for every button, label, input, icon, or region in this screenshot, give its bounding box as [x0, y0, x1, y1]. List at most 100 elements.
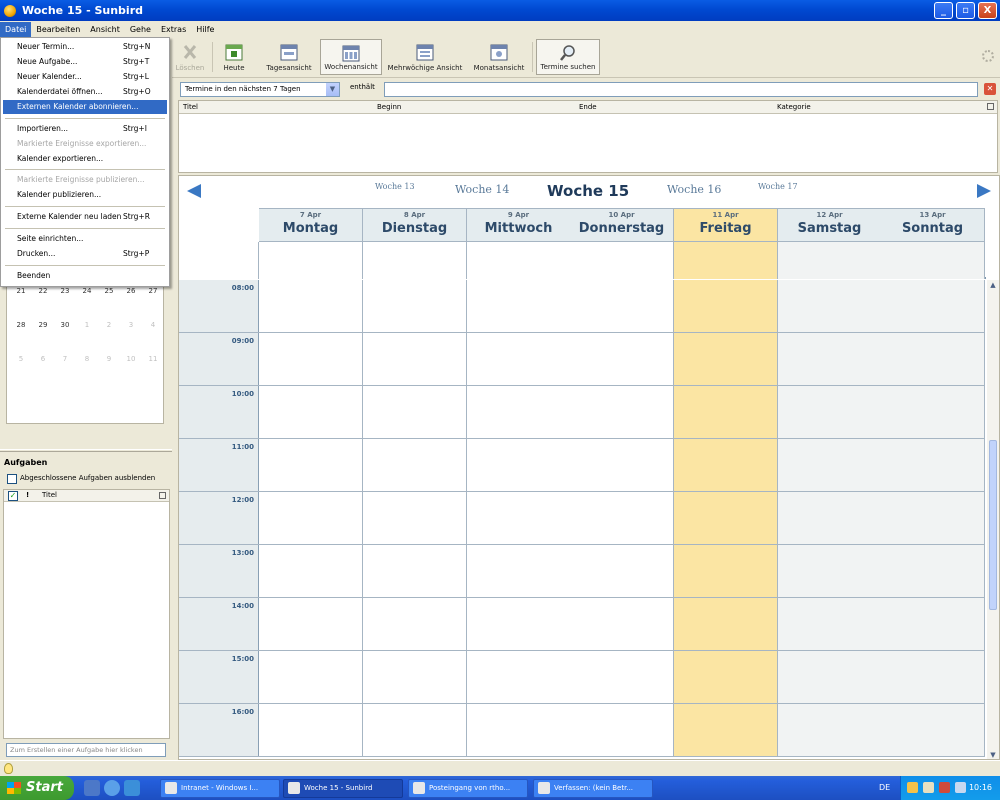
- time-slot[interactable]: [467, 280, 571, 333]
- sidebar-splitter[interactable]: [0, 449, 172, 452]
- time-slot[interactable]: [778, 386, 882, 439]
- delete-button[interactable]: Löschen: [172, 39, 208, 75]
- time-slot[interactable]: [467, 386, 571, 439]
- day-header-5[interactable]: 12 Apr Samstag: [778, 208, 882, 242]
- time-slot[interactable]: [363, 651, 467, 704]
- menu-bearbeiten[interactable]: Bearbeiten: [31, 22, 85, 37]
- week-17-link[interactable]: Woche 17: [758, 182, 798, 191]
- time-slot[interactable]: [778, 333, 882, 386]
- day-view-button[interactable]: Tagesansicht: [260, 39, 318, 75]
- time-slot[interactable]: [778, 439, 882, 492]
- time-slot[interactable]: [570, 280, 674, 333]
- time-slot[interactable]: [363, 439, 467, 492]
- outlook-express-icon[interactable]: [124, 780, 140, 796]
- file-menu-item-externe-kalender-neu-laden[interactable]: Externe Kalender neu laden Strg+R: [3, 210, 167, 224]
- scroll-up-icon[interactable]: ▲: [988, 280, 998, 290]
- volume-icon[interactable]: [955, 782, 966, 793]
- search-events-button[interactable]: Termine suchen: [536, 39, 600, 75]
- mini-calendar-day[interactable]: 3: [121, 321, 141, 329]
- time-slot[interactable]: [881, 280, 985, 333]
- week-16-link[interactable]: Woche 16: [667, 183, 721, 196]
- internet-explorer-icon[interactable]: [104, 780, 120, 796]
- time-slot[interactable]: [674, 280, 778, 333]
- task-column-picker-icon[interactable]: [159, 492, 166, 499]
- month-view-button[interactable]: Monatsansicht: [468, 39, 530, 75]
- menu-datei[interactable]: Datei: [0, 22, 32, 37]
- time-slot[interactable]: [363, 492, 467, 545]
- security-shield-icon[interactable]: [907, 782, 918, 793]
- time-slot[interactable]: [778, 545, 882, 598]
- antivirus-icon[interactable]: [939, 782, 950, 793]
- file-menu-item-neuer-kalender[interactable]: Neuer Kalender... Strg+L: [3, 70, 167, 84]
- all-day-cell[interactable]: [363, 242, 467, 279]
- time-slot[interactable]: [674, 492, 778, 545]
- event-search-input[interactable]: [384, 82, 978, 97]
- time-slot[interactable]: [259, 280, 363, 333]
- day-header-3[interactable]: 10 Apr Donnerstag: [570, 208, 674, 242]
- mini-calendar-day[interactable]: 6: [33, 355, 53, 363]
- time-slot[interactable]: [674, 439, 778, 492]
- menu-ansicht[interactable]: Ansicht: [85, 22, 125, 37]
- chevron-down-icon[interactable]: ▼: [326, 83, 339, 96]
- all-day-cell[interactable]: [570, 242, 674, 279]
- task-title-column-header[interactable]: Titel: [42, 491, 57, 499]
- close-button[interactable]: X: [978, 2, 997, 19]
- minimize-button[interactable]: _: [934, 2, 953, 19]
- day-header-2[interactable]: 9 Apr Mittwoch: [467, 208, 571, 242]
- day-header-6[interactable]: 13 Apr Sonntag: [881, 208, 985, 242]
- mini-calendar-day[interactable]: 7: [55, 355, 75, 363]
- time-slot[interactable]: [259, 704, 363, 757]
- time-slot[interactable]: [363, 386, 467, 439]
- mini-calendar-day[interactable]: 24: [77, 287, 97, 295]
- file-menu-item-externen-kalender-abonnieren[interactable]: Externen Kalender abonnieren...: [3, 100, 167, 114]
- week-view-button[interactable]: Wochenansicht: [320, 39, 382, 75]
- maximize-button[interactable]: ▫: [956, 2, 975, 19]
- week-13-link[interactable]: Woche 13: [375, 182, 415, 191]
- file-menu-item-kalender-publizieren[interactable]: Kalender publizieren...: [3, 188, 167, 202]
- mini-calendar-day[interactable]: 28: [11, 321, 31, 329]
- menu-hilfe[interactable]: Hilfe: [191, 22, 219, 37]
- all-day-cell[interactable]: [259, 242, 363, 279]
- mini-calendar-day[interactable]: 21: [11, 287, 31, 295]
- time-slot[interactable]: [778, 651, 882, 704]
- column-header-start[interactable]: Beginn: [377, 103, 401, 111]
- mini-calendar-day[interactable]: 1: [77, 321, 97, 329]
- new-task-input[interactable]: Zum Erstellen einer Aufgabe hier klicken: [6, 743, 166, 757]
- time-slot[interactable]: [778, 280, 882, 333]
- all-day-cell[interactable]: [881, 242, 985, 279]
- time-slot[interactable]: [467, 704, 571, 757]
- all-day-cell[interactable]: [674, 242, 778, 279]
- mini-calendar-day[interactable]: 26: [121, 287, 141, 295]
- time-slot[interactable]: [363, 280, 467, 333]
- column-header-title[interactable]: Titel: [183, 103, 198, 111]
- time-slot[interactable]: [570, 439, 674, 492]
- time-slot[interactable]: [570, 492, 674, 545]
- time-slot[interactable]: [881, 386, 985, 439]
- time-slot[interactable]: [674, 598, 778, 651]
- time-slot[interactable]: [259, 545, 363, 598]
- hide-completed-checkbox[interactable]: [7, 474, 17, 484]
- taskbar-window-button[interactable]: Intranet - Windows I...: [160, 779, 280, 798]
- scrollbar-thumb[interactable]: [989, 440, 997, 610]
- mini-calendar-day[interactable]: 22: [33, 287, 53, 295]
- time-slot[interactable]: [674, 704, 778, 757]
- time-slot[interactable]: [363, 545, 467, 598]
- sunbird-app-icon[interactable]: [4, 4, 16, 17]
- column-header-end[interactable]: Ende: [579, 103, 597, 111]
- next-week-arrow-icon[interactable]: [977, 184, 991, 198]
- time-slot[interactable]: [467, 492, 571, 545]
- menu-extras[interactable]: Extras: [156, 22, 191, 37]
- column-header-category[interactable]: Kategorie: [777, 103, 811, 111]
- start-button[interactable]: Start: [0, 776, 74, 800]
- time-slot[interactable]: [570, 704, 674, 757]
- scroll-down-icon[interactable]: ▼: [988, 750, 998, 759]
- file-menu-item-drucken[interactable]: Drucken... Strg+P: [3, 247, 167, 261]
- menu-gehe[interactable]: Gehe: [125, 22, 156, 37]
- time-slot[interactable]: [363, 598, 467, 651]
- time-slot[interactable]: [881, 439, 985, 492]
- file-menu-item-neue-aufgabe[interactable]: Neue Aufgabe... Strg+T: [3, 55, 167, 69]
- column-picker-icon[interactable]: [987, 103, 994, 110]
- mini-calendar-day[interactable]: 27: [143, 287, 163, 295]
- taskbar-window-button[interactable]: Verfassen: (kein Betr...: [533, 779, 653, 798]
- time-slot[interactable]: [881, 333, 985, 386]
